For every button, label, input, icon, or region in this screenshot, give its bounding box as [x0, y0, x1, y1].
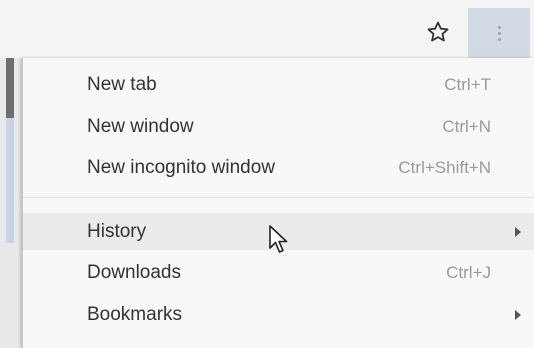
menu-item-shortcut: Ctrl+Shift+N [398, 157, 491, 177]
submenu-arrow-icon [515, 227, 521, 237]
menu-item-bookmarks[interactable]: Bookmarks [23, 296, 534, 333]
menu-item-shortcut: Ctrl+J [446, 262, 491, 282]
menu-item-label: History [87, 220, 147, 242]
main-menu-dropdown: New tab Ctrl+T New window Ctrl+N New inc… [22, 58, 534, 348]
menu-item-label: Bookmarks [87, 303, 183, 325]
menu-item-label: Downloads [87, 261, 181, 283]
menu-item-shortcut: Ctrl+T [444, 74, 491, 94]
vertical-dots-icon [497, 25, 501, 41]
mouse-pointer-icon [268, 224, 290, 261]
browser-toolbar [0, 0, 534, 58]
page-background-strip [0, 58, 22, 348]
submenu-arrow-icon [515, 310, 521, 320]
menu-item-new-tab[interactable]: New tab Ctrl+T [23, 66, 534, 103]
menu-item-new-incognito-window[interactable]: New incognito window Ctrl+Shift+N [23, 149, 534, 186]
main-menu-button[interactable] [468, 8, 530, 58]
star-outline-icon [427, 21, 449, 42]
menu-item-shortcut: Ctrl+N [442, 116, 491, 136]
menu-item-new-window[interactable]: New window Ctrl+N [23, 108, 534, 145]
bookmark-star-button[interactable] [418, 14, 458, 50]
menu-item-label: New incognito window [87, 156, 275, 178]
menu-separator [23, 197, 534, 198]
menu-item-label: New window [87, 115, 194, 137]
menu-item-label: New tab [87, 73, 157, 95]
